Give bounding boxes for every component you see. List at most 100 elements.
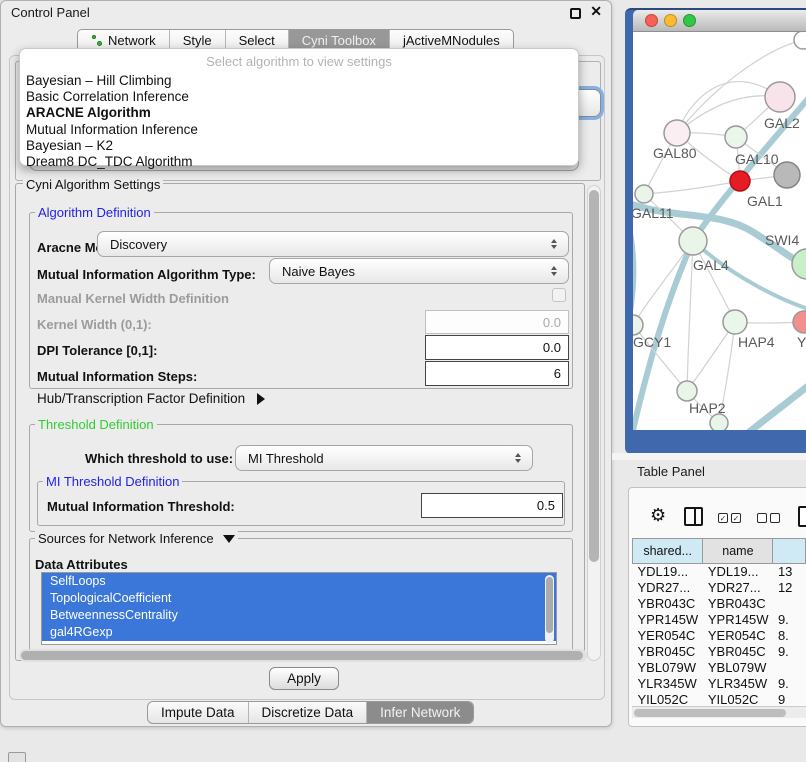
data-attributes-listbox[interactable]: SelfLoops TopologicalCoefficient Between… (41, 572, 557, 645)
node-hap4[interactable] (723, 310, 747, 334)
node-gal4[interactable] (679, 227, 707, 255)
algorithm-dropdown-popup: Select algorithm to view settings Bayesi… (19, 48, 579, 166)
which-threshold-combobox[interactable]: MI Threshold (235, 445, 533, 471)
dropdown-item[interactable]: Dream8 DC_TDC Algorithm (20, 154, 578, 170)
columns-icon[interactable] (684, 507, 703, 526)
tab-infer-network[interactable]: Infer Network (366, 702, 473, 723)
column-header-shared-name[interactable]: shared... (633, 539, 703, 564)
table-row[interactable]: YPR145WYPR145W9. (633, 612, 806, 628)
minimize-traffic-light[interactable] (664, 14, 677, 27)
node-label: HAP2 (689, 400, 726, 416)
which-threshold-value: MI Threshold (248, 451, 324, 466)
zoom-traffic-light[interactable] (683, 14, 696, 27)
node-label: GAL80 (653, 145, 697, 161)
dropdown-item[interactable]: Bayesian – K2 (20, 138, 578, 154)
table-row[interactable]: YDR27...YDR27...12 (633, 580, 806, 596)
network-canvas[interactable]: GAL2 GAL80 GAL10 GAL1 GAL11 SWI4 GAL4 GC… (633, 32, 806, 430)
table-row[interactable]: YBR045CYBR045C9. (633, 644, 806, 660)
node-table: shared... name YDL19...YDL19...13 YDR27.… (632, 538, 806, 708)
scrollbar-thumb[interactable] (589, 190, 599, 562)
mi-threshold-input[interactable]: 0.5 (421, 493, 563, 518)
node-label: GAL2 (764, 115, 800, 131)
bottom-tabbar: Impute Data Discretize Data Infer Networ… (147, 701, 474, 724)
node-gal80[interactable] (664, 120, 690, 146)
settings-group-title: Cyni Algorithm Settings (23, 177, 163, 192)
network-window-titlebar[interactable] (633, 10, 806, 32)
node-gcy1[interactable] (633, 315, 643, 335)
manual-kernel-checkbox[interactable] (552, 288, 566, 302)
sources-title-label: Sources for Network Inference (38, 531, 214, 546)
scrollbar-thumb[interactable] (634, 709, 786, 717)
float-window-icon[interactable] (570, 8, 581, 19)
gear-icon[interactable]: ⚙ (650, 505, 666, 526)
kernel-width-label: Kernel Width (0,1): (37, 317, 152, 332)
mi-steps-input[interactable]: 6 (425, 361, 569, 386)
checked-box-icon: ✓ (731, 513, 741, 523)
node-gal11[interactable] (635, 185, 653, 203)
hub-definition-toggle[interactable]: Hub/Transcription Factor Definition (37, 391, 265, 406)
table-row[interactable]: YER054CYER054C8. (633, 628, 806, 644)
table-panel-title: Table Panel (637, 464, 705, 479)
dropdown-item[interactable]: Mutual Information Inference (20, 122, 578, 138)
close-traffic-light[interactable] (645, 14, 658, 27)
node-label: GCY1 (633, 334, 671, 350)
list-item[interactable]: TopologicalCoefficient (42, 590, 556, 607)
unchecked-box-icon (757, 513, 767, 523)
mi-threshold-value: 0.5 (537, 498, 555, 513)
close-icon[interactable]: ✕ (590, 3, 602, 20)
node-label: GAL11 (633, 205, 674, 221)
dropdown-item[interactable]: Basic Correlation Inference (20, 89, 578, 105)
export-table-icon[interactable] (798, 506, 806, 527)
list-item[interactable]: BetweennessCentrality (42, 607, 556, 624)
unchecked-box-icon (770, 513, 780, 523)
collapsed-panel-icon[interactable] (8, 752, 26, 762)
kernel-width-input[interactable]: 0.0 (425, 310, 569, 334)
table-row[interactable]: YBL079WYBL079W (633, 660, 806, 676)
list-item[interactable]: gal4RGexp (42, 624, 556, 641)
hide-columns-icon[interactable] (757, 513, 780, 523)
tab-discretize-data[interactable]: Discretize Data (248, 702, 367, 723)
settings-vertical-scrollbar[interactable] (587, 185, 601, 661)
chevron-down-icon (223, 535, 235, 543)
listbox-scrollbar[interactable] (545, 575, 554, 643)
node-label: GAL4 (693, 257, 729, 273)
show-columns-icon[interactable]: ✓ ✓ (718, 513, 741, 523)
column-header-partial[interactable] (773, 539, 806, 564)
table-horizontal-scrollbar[interactable] (632, 706, 806, 718)
node-partial-bottom[interactable] (710, 414, 728, 430)
aracne-mode-combobox[interactable]: Discovery (97, 231, 569, 257)
aracne-mode-value: Discovery (110, 237, 167, 252)
table-row[interactable]: YDL19...YDL19...13 (633, 564, 806, 580)
mi-threshold-definition-title: MI Threshold Definition (43, 474, 182, 489)
node-swi4[interactable] (792, 249, 806, 279)
combo-stepper-icon (551, 266, 558, 276)
table-row[interactable]: YLR345WYLR345W9. (633, 676, 806, 692)
window-title: Control Panel (11, 5, 90, 20)
node-unlabeled[interactable] (794, 32, 806, 49)
chevron-right-icon (257, 393, 265, 405)
node-label: Y (797, 334, 806, 350)
mi-type-label: Mutual Information Algorithm Type: (37, 267, 256, 282)
sources-group-title[interactable]: Sources for Network Inference (35, 531, 238, 546)
node-hap2[interactable] (677, 381, 697, 401)
tab-impute-label: Impute Data (161, 705, 235, 720)
table-row[interactable]: YBR043CYBR043C (633, 596, 806, 612)
node-gal1-red[interactable] (730, 171, 750, 191)
node-gal2[interactable] (765, 82, 795, 112)
settings-horizontal-scrollbar[interactable] (19, 649, 587, 662)
combo-stepper-icon (551, 239, 558, 249)
mi-type-value: Naive Bayes (282, 264, 355, 279)
scrollbar-thumb[interactable] (546, 577, 553, 633)
tab-impute-data[interactable]: Impute Data (148, 702, 248, 723)
mi-type-combobox[interactable]: Naive Bayes (269, 258, 569, 284)
dropdown-item[interactable]: Bayesian – Hill Climbing (20, 73, 578, 89)
list-item[interactable]: SelfLoops (42, 573, 556, 590)
apply-button[interactable]: Apply (269, 667, 339, 690)
node-gal10[interactable] (725, 126, 747, 148)
node-salmon[interactable] (793, 311, 806, 333)
column-header-name[interactable]: name (703, 539, 773, 564)
dpi-tolerance-input[interactable]: 0.0 (425, 335, 569, 360)
scrollbar-thumb[interactable] (21, 651, 583, 660)
hub-definition-label: Hub/Transcription Factor Definition (37, 391, 245, 406)
dropdown-item-selected[interactable]: ARACNE Algorithm (20, 105, 578, 121)
